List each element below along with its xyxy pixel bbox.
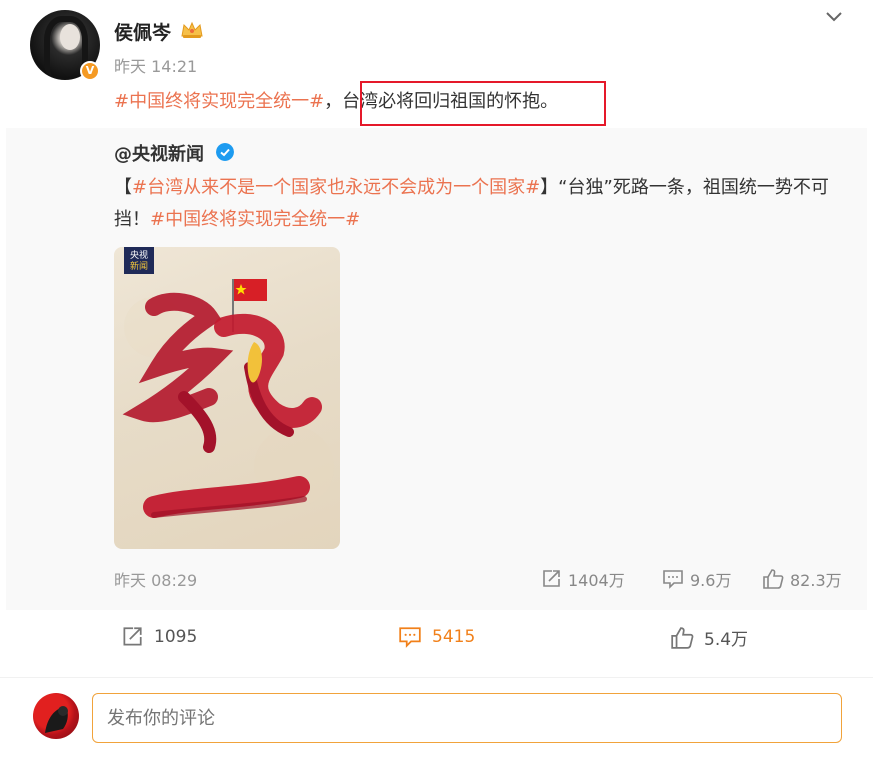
comment-icon xyxy=(399,627,421,648)
bracket-close: 】 xyxy=(540,177,559,198)
chevron-down-icon[interactable] xyxy=(824,6,844,26)
hashtag-link[interactable]: #中国终将实现完全统一# xyxy=(150,209,360,230)
post-text-separator: ， xyxy=(324,91,343,112)
comment-button[interactable]: 5415 xyxy=(398,625,475,649)
comment-input[interactable] xyxy=(92,693,842,743)
repost-image[interactable]: 央视 新闻 xyxy=(114,247,340,549)
repost-text: 【#台湾从来不是一个国家也永远不会成为一个国家#】“台独”死路一条，祖国统一势不… xyxy=(114,172,842,236)
repost-count: 1404万 xyxy=(568,571,625,590)
comment-button-count: 5415 xyxy=(432,627,476,647)
repost-icon xyxy=(123,627,142,646)
comment-count: 9.6万 xyxy=(690,571,732,590)
image-logo-line1: 央视 xyxy=(130,249,148,261)
repost-icon xyxy=(543,570,560,587)
like-button-count: 5.4万 xyxy=(704,630,749,650)
repost-stat-reposts[interactable]: 1404万 xyxy=(540,567,625,591)
post-timestamp[interactable]: 昨天 14:21 xyxy=(114,53,197,77)
repost-button-count: 1095 xyxy=(154,627,198,647)
author-name[interactable]: 侯佩岑 xyxy=(114,18,171,45)
crown-icon xyxy=(181,21,203,38)
current-user-avatar[interactable] xyxy=(33,693,79,739)
image-logo-line2: 新闻 xyxy=(130,260,148,272)
like-button[interactable]: 5.4万 xyxy=(670,625,748,650)
verified-badge-icon: V xyxy=(80,61,100,81)
repost-timestamp[interactable]: 昨天 08:29 xyxy=(114,567,197,591)
highlight-annotation-box xyxy=(360,81,606,126)
verified-blue-icon xyxy=(216,143,234,161)
like-count: 82.3万 xyxy=(790,571,842,590)
thumbs-up-icon xyxy=(671,626,694,649)
thumbs-up-icon xyxy=(763,569,784,589)
unification-calligraphy-image: 央视 新闻 xyxy=(122,247,334,518)
repost-stat-likes[interactable]: 82.3万 xyxy=(762,567,842,591)
repost-stat-comments[interactable]: 9.6万 xyxy=(662,567,731,591)
repost-button[interactable]: 1095 xyxy=(120,625,197,649)
bracket-open: 【 xyxy=(114,177,132,198)
divider xyxy=(0,677,873,678)
hashtag-link[interactable]: #中国终将实现完全统一# xyxy=(114,91,324,112)
repost-author-name[interactable]: @央视新闻 xyxy=(114,140,204,166)
hashtag-link[interactable]: #台湾从来不是一个国家也永远不会成为一个国家# xyxy=(132,177,540,198)
comment-icon xyxy=(663,570,683,589)
